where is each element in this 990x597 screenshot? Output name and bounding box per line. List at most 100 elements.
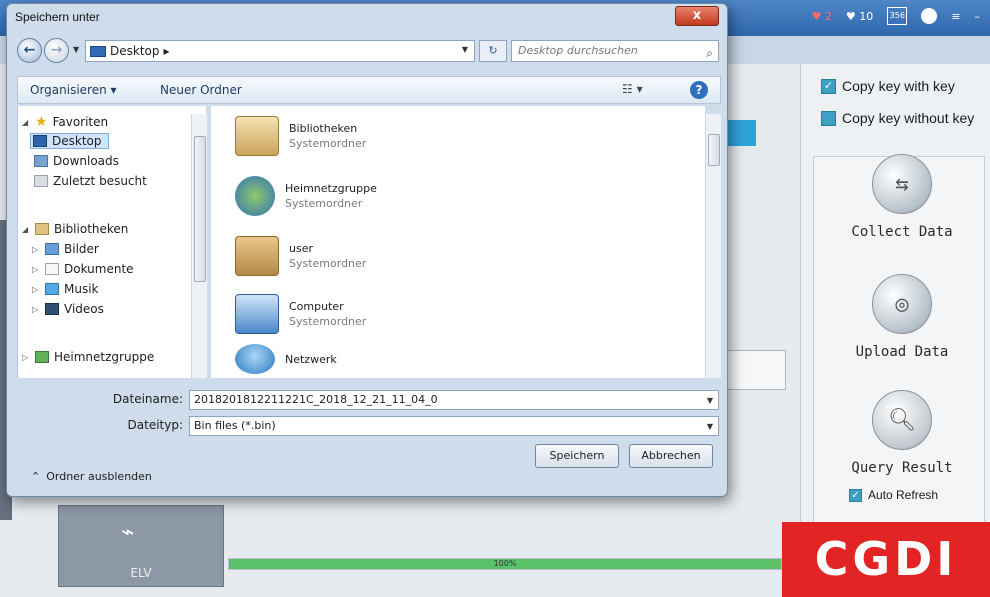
nav-favorites-label: Favoriten bbox=[52, 115, 109, 129]
filetype-select[interactable]: Bin files (*.bin) ▼ bbox=[189, 416, 719, 436]
filename-label: Dateiname: bbox=[112, 392, 183, 406]
app-box-icon[interactable]: 356 bbox=[887, 7, 908, 25]
videos-icon bbox=[45, 303, 59, 315]
filetype-dropdown-icon[interactable]: ▼ bbox=[707, 418, 713, 436]
checkbox-checked-icon[interactable]: ✓ bbox=[849, 488, 862, 502]
copy-with-key-option[interactable]: ✓ Copy key with key bbox=[821, 78, 955, 94]
file-name: Bibliotheken bbox=[289, 122, 358, 135]
auto-refresh-option[interactable]: ✓ Auto Refresh bbox=[849, 488, 938, 502]
progress-bar: 100% bbox=[228, 558, 782, 570]
app-top-icons: ♥ 2 ♥ 10 356 ≡ – bbox=[812, 7, 980, 25]
search-input[interactable]: Desktop durchsuchen ⌕ bbox=[511, 40, 719, 62]
help-icon[interactable]: ? bbox=[690, 81, 708, 99]
file-item[interactable]: Bibliotheken Systemordner bbox=[235, 116, 366, 156]
collect-data-label: Collect Data bbox=[851, 224, 953, 240]
address-bar[interactable]: Desktop ▸ ▼ bbox=[85, 40, 475, 62]
nav-desktop[interactable]: Desktop bbox=[30, 133, 109, 149]
copy-without-key-option[interactable]: Copy key without key bbox=[821, 110, 974, 126]
hide-folders-toggle[interactable]: ⌃ Ordner ausblenden bbox=[31, 470, 152, 483]
nav-music[interactable]: ▷ Musik bbox=[32, 282, 99, 296]
heart-icon[interactable]: ♥ 2 bbox=[812, 10, 832, 23]
nav-recent[interactable]: Zuletzt besucht bbox=[34, 174, 147, 188]
elv-label: ELV bbox=[130, 566, 152, 580]
back-button[interactable]: ← bbox=[17, 38, 42, 63]
collapse-arrow-icon[interactable]: ▷ bbox=[22, 353, 30, 362]
nav-pictures[interactable]: ▷ Bilder bbox=[32, 242, 99, 256]
nav-scroll-thumb[interactable] bbox=[194, 136, 206, 282]
music-icon bbox=[45, 283, 59, 295]
expand-arrow-icon[interactable]: ◢ bbox=[22, 118, 30, 127]
nav-videos-label: Videos bbox=[64, 302, 104, 316]
nav-documents[interactable]: ▷ Dokumente bbox=[32, 262, 134, 276]
collect-data-button[interactable]: ⇆ Collect Data bbox=[817, 154, 987, 240]
query-result-button[interactable]: 🔍︎ Query Result bbox=[817, 390, 987, 476]
filename-dropdown-icon[interactable]: ▼ bbox=[707, 392, 713, 410]
history-dropdown-icon[interactable]: ▼ bbox=[73, 45, 79, 54]
cancel-button[interactable]: Abbrechen bbox=[629, 444, 713, 468]
forward-button[interactable]: → bbox=[44, 38, 69, 63]
command-toolbar: Organisieren ▾ Neuer Ordner ☷ ▾ ? bbox=[17, 76, 721, 104]
expand-arrow-icon[interactable]: ◢ bbox=[22, 225, 30, 234]
menu-icon[interactable]: ≡ bbox=[951, 10, 960, 23]
view-options-icon[interactable]: ☷ ▾ bbox=[622, 82, 643, 96]
auto-refresh-label: Auto Refresh bbox=[868, 488, 939, 502]
circle-icon[interactable] bbox=[921, 8, 938, 24]
address-dropdown-icon[interactable]: ▼ bbox=[462, 45, 468, 54]
file-list-scrollbar[interactable] bbox=[705, 114, 721, 378]
nav-favorites[interactable]: ◢ ★ Favoriten bbox=[22, 114, 108, 130]
nav-libraries[interactable]: ◢ Bibliotheken bbox=[22, 222, 128, 236]
file-item[interactable]: Heimnetzgruppe Systemordner bbox=[235, 176, 377, 216]
nav-homegroup[interactable]: ▷ Heimnetzgruppe bbox=[22, 350, 154, 364]
checkbox-checked-icon[interactable]: ✓ bbox=[821, 78, 836, 94]
file-name: user bbox=[289, 242, 313, 255]
upload-data-button[interactable]: ◎ Upload Data bbox=[817, 274, 987, 360]
desktop-icon bbox=[33, 135, 47, 147]
breadcrumb-separator[interactable]: ▸ bbox=[164, 44, 170, 58]
chevron-up-icon: ⌃ bbox=[31, 470, 41, 483]
navigation-row: ← → ▼ Desktop ▸ ▼ ↻ Desktop durchsuchen … bbox=[17, 36, 721, 66]
close-button[interactable]: x bbox=[675, 6, 719, 26]
nav-libraries-label: Bibliotheken bbox=[54, 222, 129, 236]
search-icon[interactable]: ⌕ bbox=[706, 43, 713, 63]
refresh-button[interactable]: ↻ bbox=[479, 40, 507, 62]
nav-music-label: Musik bbox=[64, 282, 99, 296]
brand-logo: CGDI bbox=[782, 522, 990, 597]
user-folder-icon bbox=[235, 236, 279, 276]
file-item[interactable]: Computer Systemordner bbox=[235, 294, 366, 334]
file-list-scroll-thumb[interactable] bbox=[708, 134, 720, 166]
elv-tile[interactable]: ⌁ ELV bbox=[58, 505, 224, 587]
nav-documents-label: Dokumente bbox=[64, 262, 134, 276]
upload-data-label: Upload Data bbox=[855, 344, 949, 360]
nav-downloads[interactable]: Downloads bbox=[34, 154, 119, 168]
file-type: Systemordner bbox=[289, 257, 367, 270]
collapse-arrow-icon[interactable]: ▷ bbox=[32, 265, 40, 274]
right-panel: ✓ Copy key with key Copy key without key… bbox=[800, 64, 990, 597]
computer-icon bbox=[235, 294, 279, 334]
nav-videos[interactable]: ▷ Videos bbox=[32, 302, 104, 316]
filetype-label: Dateityp: bbox=[127, 418, 183, 432]
organize-menu[interactable]: Organisieren ▾ bbox=[30, 83, 117, 97]
desktop-icon bbox=[90, 45, 106, 57]
save-as-dialog: Speichern unter x ← → ▼ Desktop ▸ ▼ ↻ De… bbox=[6, 3, 728, 497]
file-item[interactable]: user Systemordner bbox=[235, 236, 366, 276]
collapse-arrow-icon[interactable]: ▷ bbox=[32, 305, 40, 314]
collapse-arrow-icon[interactable]: ▷ bbox=[32, 285, 40, 294]
file-type: Systemordner bbox=[289, 137, 367, 150]
file-item[interactable]: Netzwerk bbox=[235, 344, 337, 374]
nav-scrollbar[interactable] bbox=[191, 114, 207, 378]
save-button[interactable]: Speichern bbox=[535, 444, 619, 468]
file-name: Heimnetzgruppe bbox=[285, 182, 377, 195]
documents-icon bbox=[45, 263, 59, 275]
minimize-icon[interactable]: – bbox=[975, 10, 981, 23]
new-folder-button[interactable]: Neuer Ordner bbox=[160, 83, 242, 97]
likes-icon[interactable]: ♥ 10 bbox=[846, 10, 873, 23]
query-result-label: Query Result bbox=[851, 460, 953, 476]
homegroup-icon bbox=[235, 176, 275, 216]
collapse-arrow-icon[interactable]: ▷ bbox=[32, 245, 40, 254]
checkbox-icon[interactable] bbox=[821, 110, 836, 126]
filename-input[interactable]: 2018201812211221C_2018_12_21_11_04_0 ▼ bbox=[189, 390, 719, 410]
search-placeholder: Desktop durchsuchen bbox=[518, 44, 638, 57]
likes-count: 10 bbox=[859, 9, 874, 23]
breadcrumb-desktop[interactable]: Desktop bbox=[110, 44, 160, 58]
network-icon bbox=[235, 344, 275, 374]
